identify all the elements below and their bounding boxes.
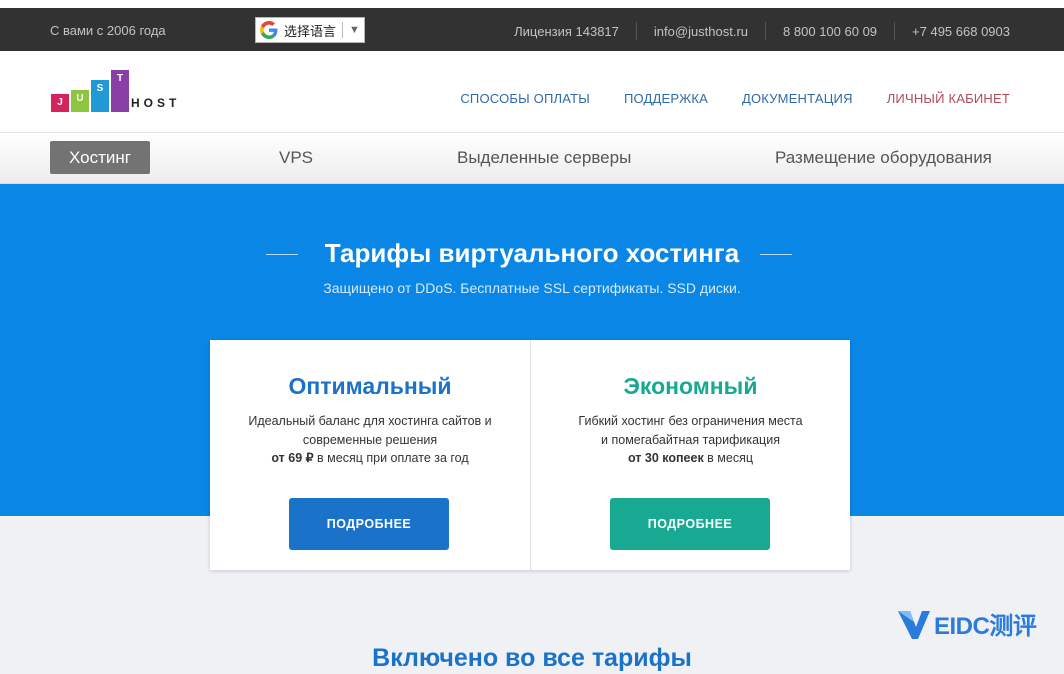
plan-price-note: в месяц при оплате за год — [313, 451, 469, 465]
logo-bar-u: U — [71, 90, 89, 112]
tab-vps[interactable]: VPS — [279, 141, 313, 174]
plan-description: Идеальный баланс для хостинга сайтов и с… — [210, 412, 530, 468]
logo-bar-t: T — [111, 70, 129, 112]
plan-title: Оптимальный — [288, 373, 452, 399]
nav-docs-link[interactable]: ДОКУМЕНТАЦИЯ — [742, 91, 853, 106]
email-link[interactable]: info@justhost.ru — [654, 24, 748, 39]
hero-title: Тарифы виртуального хостинга — [324, 238, 740, 268]
logo-host-text: HOST — [131, 96, 181, 110]
plan-desc-line: современные решения — [302, 432, 438, 447]
plan-card-optimal: Оптимальный Идеальный баланс для хостинг… — [210, 340, 530, 570]
plan-description: Гибкий хостинг без ограничения места и п… — [531, 412, 850, 468]
plan-cards: Оптимальный Идеальный баланс для хостинг… — [210, 340, 850, 570]
main-nav: СПОСОБЫ ОПЛАТЫ ПОДДЕРЖКА ДОКУМЕНТАЦИЯ ЛИ… — [426, 91, 1010, 106]
divider — [894, 22, 896, 40]
divider — [765, 22, 767, 40]
plan-title: Экономный — [623, 373, 758, 399]
nav-payment-link[interactable]: СПОСОБЫ ОПЛАТЫ — [460, 91, 590, 106]
tab-hosting[interactable]: Хостинг — [50, 141, 150, 174]
plan-desc-line: Гибкий хостинг без ограничения места — [578, 414, 803, 428]
google-icon — [260, 21, 278, 39]
chevron-down-icon: ▼ — [349, 24, 360, 36]
divider — [635, 22, 637, 40]
service-tabs: Хостинг VPS Выделенные серверы Размещени… — [0, 133, 1064, 184]
language-select-label: 选择语言 — [284, 23, 337, 39]
v-logo-icon — [898, 611, 930, 639]
justhost-logo[interactable]: J U S T HOST — [51, 70, 191, 112]
hero-subtitle: Защищено от DDoS. Бесплатные SSL сертифи… — [323, 280, 741, 296]
plan-card-economy: Экономный Гибкий хостинг без ограничения… — [530, 340, 850, 570]
language-select-divider — [342, 22, 344, 38]
title-decor-line-right — [760, 254, 792, 255]
site-header: J U S T HOST СПОСОБЫ ОПЛАТЫ ПОДДЕРЖКА ДО… — [0, 51, 1064, 133]
logo-bar-j: J — [51, 94, 69, 112]
plan-price-note: в месяц — [703, 451, 754, 465]
top-strip — [0, 0, 1064, 8]
watermark-text: EIDC测评 — [934, 612, 1037, 640]
details-button-optimal[interactable]: ПОДРОБНЕЕ — [289, 498, 449, 550]
language-select[interactable]: 选择语言 ▼ — [255, 17, 365, 43]
tab-colocation[interactable]: Размещение оборудования — [775, 141, 992, 174]
plan-desc-line: Идеальный баланс для хостинга сайтов и — [248, 414, 492, 428]
since-text: С вами с 2006 года — [50, 23, 166, 38]
tab-dedicated[interactable]: Выделенные серверы — [457, 141, 631, 174]
plan-price: от 30 копеек — [627, 451, 704, 465]
top-bar: С вами с 2006 года 选择语言 ▼ Лицензия 14381… — [0, 8, 1064, 51]
nav-support-link[interactable]: ПОДДЕРЖКА — [624, 91, 708, 106]
details-button-economy[interactable]: ПОДРОБНЕЕ — [610, 498, 770, 550]
included-title: Включено во все тарифы — [372, 644, 692, 672]
logo-bar-s: S — [91, 80, 109, 112]
watermark: EIDC测评 — [896, 605, 1037, 641]
phone-msk-link[interactable]: +7 495 668 0903 — [912, 24, 1010, 39]
nav-cabinet-link[interactable]: ЛИЧНЫЙ КАБИНЕТ — [887, 91, 1010, 106]
plan-price: от 69 ₽ — [271, 451, 314, 465]
plan-desc-line: и помегабайтная тарификация — [601, 432, 780, 447]
license-text: Лицензия 143817 — [514, 23, 619, 39]
phone-free-link[interactable]: 8 800 100 60 09 — [783, 24, 877, 39]
contacts: Лицензия 143817 info@justhost.ru 8 800 1… — [514, 22, 1010, 40]
